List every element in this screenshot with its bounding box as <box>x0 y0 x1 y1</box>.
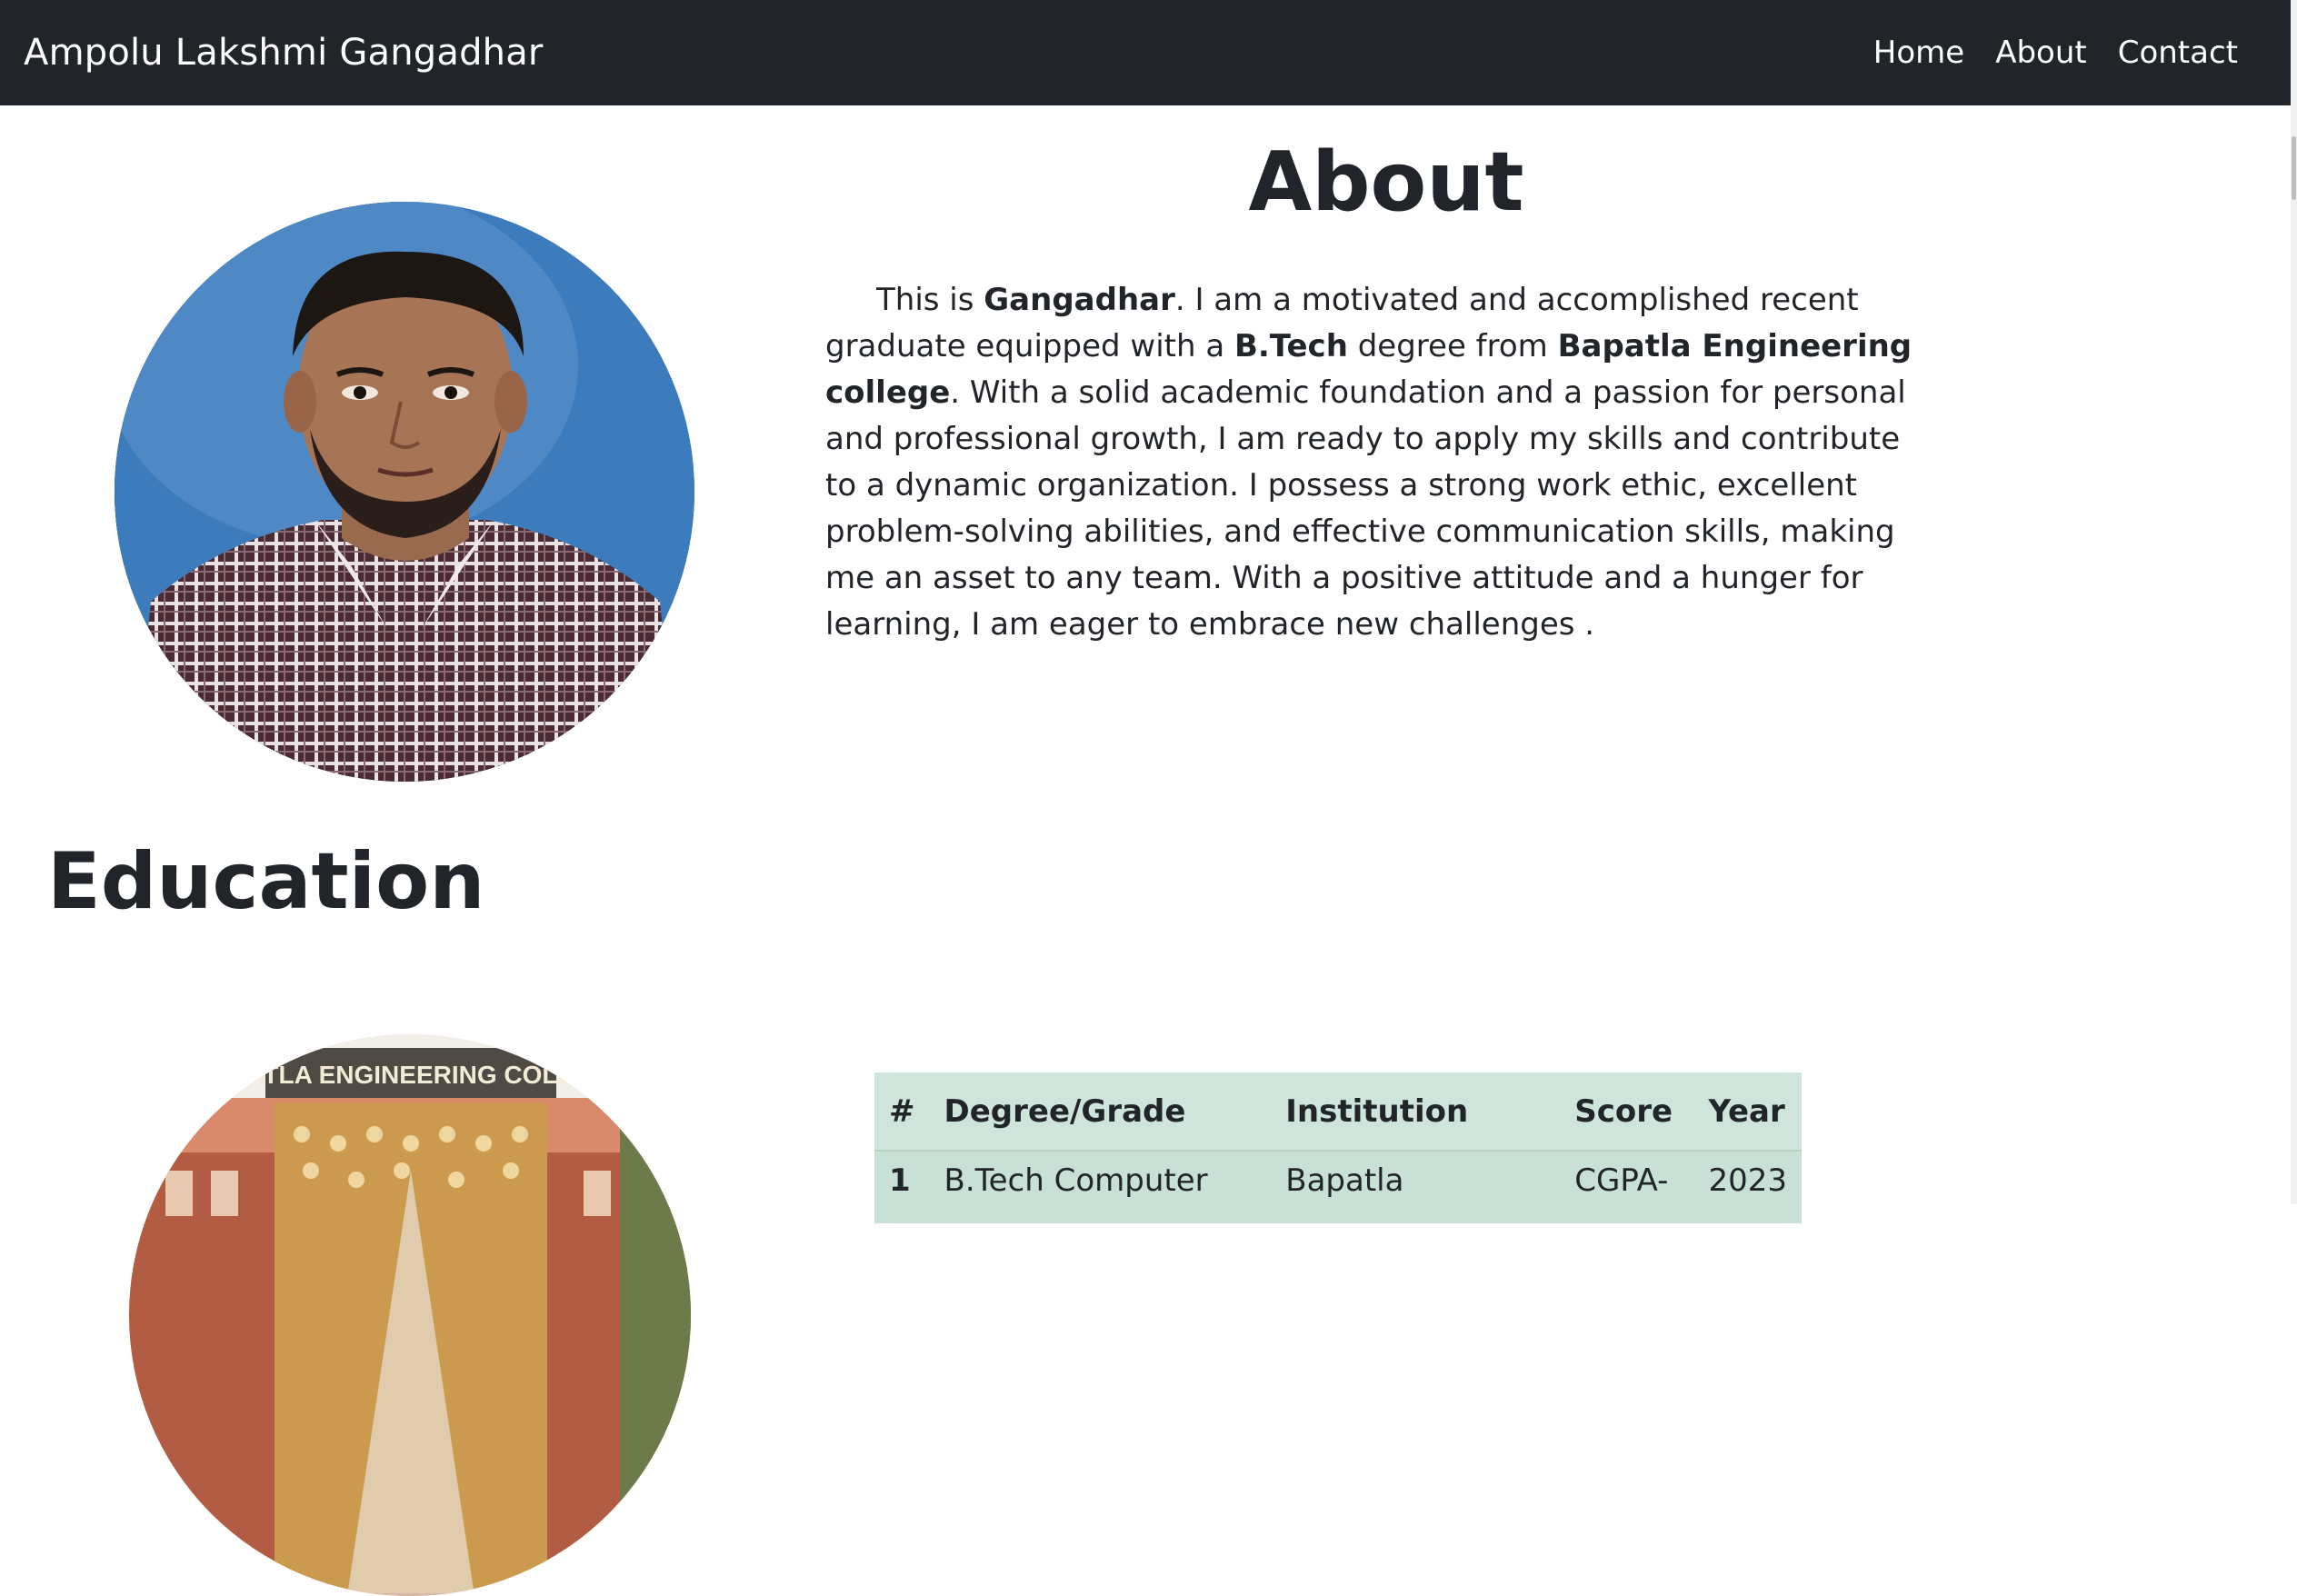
table-row: 1 B.Tech Computer Bapatla CGPA- 2023 <box>874 1151 1802 1223</box>
cell-score: CGPA- <box>1560 1151 1694 1223</box>
about-intro: This is <box>876 282 984 318</box>
education-table: # Degree/Grade Institution Score Year 1 … <box>874 1072 1802 1223</box>
header-score: Score <box>1560 1072 1694 1152</box>
navbar: Ampolu Lakshmi Gangadhar Home About Cont… <box>0 0 2291 105</box>
header-institution: Institution <box>1271 1072 1561 1152</box>
person-photo-icon <box>115 202 694 782</box>
about-text-2: degree from <box>1347 328 1558 364</box>
about-paragraph: This is Gangadhar. I am a motivated and … <box>825 277 1925 648</box>
about-text-3: . With a solid academic foundation and a… <box>825 374 1906 643</box>
cell-institution: Bapatla <box>1271 1151 1561 1223</box>
college-sign-text: BAPATLA ENGINEERING COLLEGE <box>195 1061 627 1089</box>
education-title: Education <box>47 836 485 927</box>
college-photo: BAPATLA ENGINEERING COLLEGE <box>129 1034 691 1596</box>
about-title: About <box>1248 135 1524 230</box>
building-photo-icon: BAPATLA ENGINEERING COLLEGE <box>129 1034 691 1596</box>
about-degree: B.Tech <box>1233 328 1348 364</box>
nav-about-link[interactable]: About <box>1995 35 2087 71</box>
nav-contact-link[interactable]: Contact <box>2118 35 2238 71</box>
cell-year: 2023 <box>1693 1151 1802 1223</box>
vertical-scrollbar[interactable] <box>2291 0 2297 1204</box>
profile-photo <box>115 202 694 782</box>
brand-link[interactable]: Ampolu Lakshmi Gangadhar <box>24 32 544 74</box>
nav-links: Home About Contact <box>1873 35 2238 71</box>
scrollbar-thumb[interactable] <box>2292 136 2296 200</box>
nav-home-link[interactable]: Home <box>1873 35 1964 71</box>
cell-degree: B.Tech Computer <box>929 1151 1272 1223</box>
header-number: # <box>874 1072 930 1152</box>
header-year: Year <box>1693 1072 1802 1152</box>
cell-number: 1 <box>874 1151 930 1223</box>
table-header-row: # Degree/Grade Institution Score Year <box>874 1072 1802 1152</box>
about-name: Gangadhar <box>984 282 1175 318</box>
header-degree: Degree/Grade <box>929 1072 1272 1152</box>
